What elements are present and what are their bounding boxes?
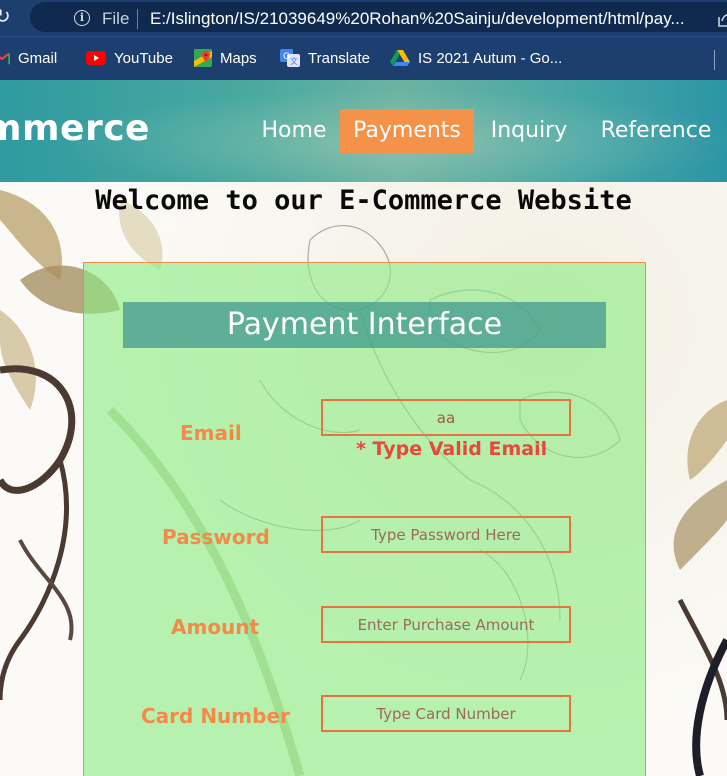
amount-field[interactable] — [321, 606, 571, 643]
page-viewport: mmerce Home Payments Inquiry Reference W… — [0, 80, 727, 776]
bookmark-label: YouTube — [114, 49, 173, 67]
bookmark-drive[interactable]: IS 2021 Autum - Go... — [390, 47, 562, 69]
bookmark-label: Maps — [220, 49, 257, 67]
email-label: Email — [180, 421, 242, 445]
payment-form: Payment Interface Email * Type Valid Ema… — [83, 262, 646, 776]
bookmark-translate[interactable]: G 文 Translate — [280, 47, 370, 69]
drive-icon — [390, 50, 410, 66]
browser-toolbar: ↻ i File E:/Islington/IS/21039649%20Roha… — [0, 0, 727, 36]
password-label: Password — [162, 525, 270, 549]
welcome-heading: Welcome to our E-Commerce Website — [95, 185, 632, 216]
svg-text:G: G — [283, 52, 290, 62]
url-text[interactable]: E:/Islington/IS/21039649%20Rohan%20Sainj… — [150, 9, 685, 29]
nav-inquiry[interactable]: Inquiry — [480, 109, 578, 153]
password-field[interactable] — [321, 516, 571, 553]
protocol-label: File — [102, 9, 130, 28]
reload-icon[interactable]: ↻ — [0, 4, 16, 30]
bookmarks-divider — [714, 50, 715, 70]
email-field[interactable] — [321, 399, 571, 436]
bookmark-label: IS 2021 Autum - Go... — [418, 49, 563, 67]
share-icon[interactable] — [716, 9, 727, 29]
bookmark-youtube[interactable]: YouTube — [86, 47, 173, 69]
card-number-field[interactable] — [321, 695, 571, 732]
bookmark-label: Translate — [308, 49, 370, 67]
svg-text:文: 文 — [290, 56, 298, 66]
maps-icon — [194, 49, 212, 67]
gmail-icon — [0, 52, 10, 65]
nav-payments[interactable]: Payments — [340, 109, 474, 153]
form-title: Payment Interface — [123, 302, 606, 348]
info-icon[interactable]: i — [74, 10, 90, 26]
nav-reference[interactable]: Reference — [592, 109, 720, 153]
address-bar[interactable]: i File E:/Islington/IS/21039649%20Rohan%… — [30, 2, 727, 32]
bookmark-maps[interactable]: Maps — [194, 47, 257, 69]
address-divider — [137, 9, 138, 29]
bookmarks-bar: Gmail YouTube Maps G 文 Translate IS 2021… — [0, 36, 727, 80]
card-number-label: Card Number — [141, 704, 290, 728]
youtube-icon — [86, 51, 106, 65]
site-brand: mmerce — [0, 108, 150, 149]
bookmark-gmail[interactable]: Gmail — [0, 47, 57, 69]
translate-icon: G 文 — [280, 49, 300, 67]
bookmark-label: Gmail — [18, 49, 58, 67]
amount-label: Amount — [171, 615, 260, 639]
email-error: * Type Valid Email — [356, 438, 548, 460]
nav-home[interactable]: Home — [255, 109, 333, 153]
